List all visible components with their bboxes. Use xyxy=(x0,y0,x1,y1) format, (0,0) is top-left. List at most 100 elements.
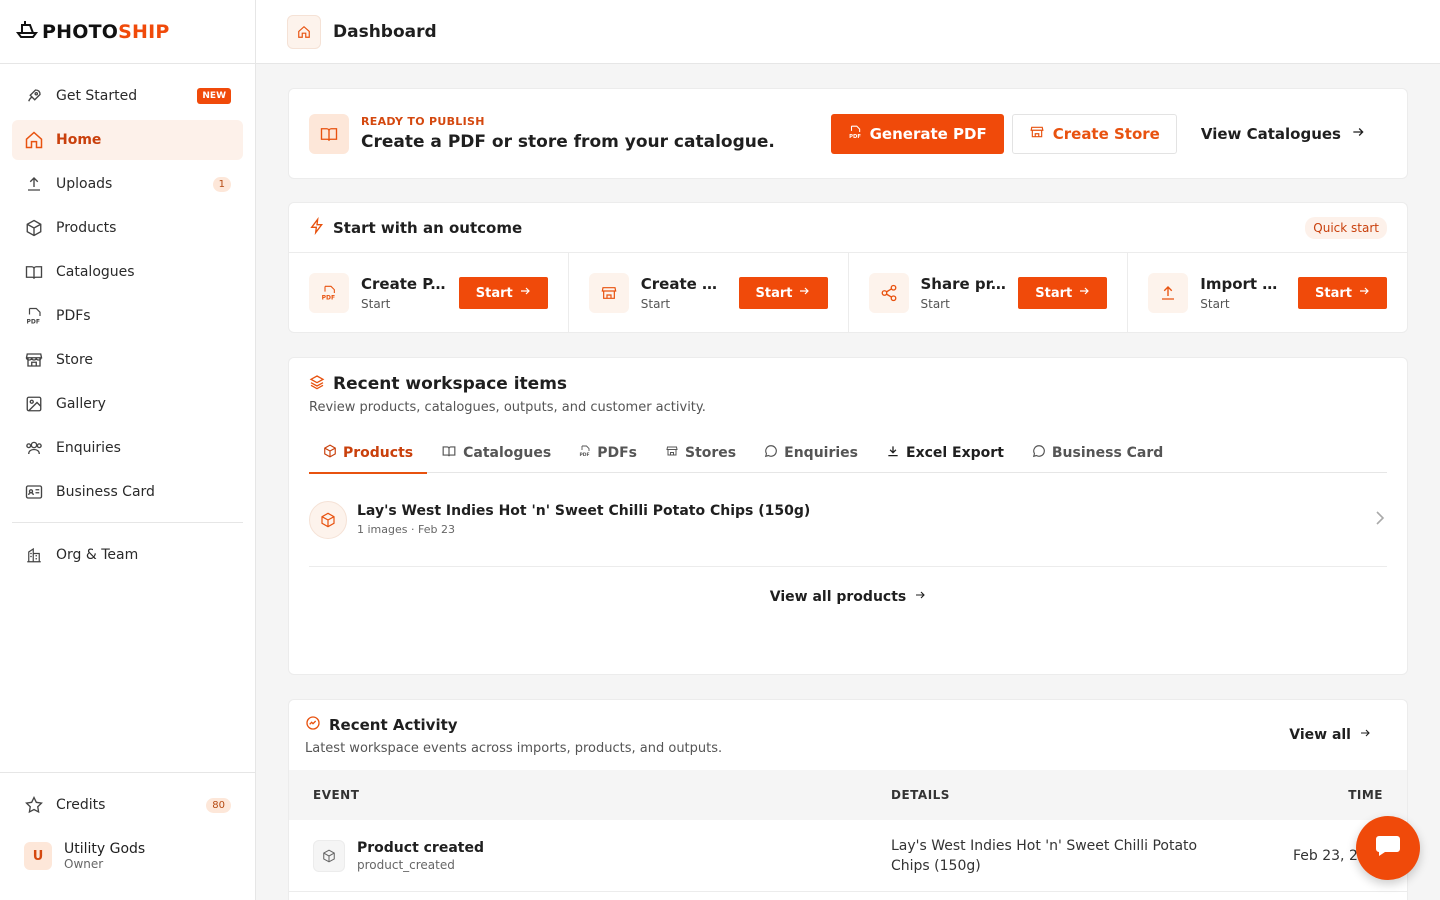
publish-actions: PDF Generate PDF Create Store View Catal… xyxy=(830,113,1387,154)
home-icon xyxy=(24,130,44,150)
start-button[interactable]: Start xyxy=(1298,277,1387,309)
chevron-right-icon xyxy=(1375,509,1385,530)
credits-count-badge: 80 xyxy=(206,797,231,813)
sidebar-item-label: Gallery xyxy=(56,396,106,412)
outcome-cards: PDF Create P... Start Start Create S... … xyxy=(289,253,1407,333)
box-icon xyxy=(24,218,44,238)
view-all-label: View all xyxy=(1289,727,1351,743)
list-item[interactable]: Lay's West Indies Hot 'n' Sweet Chilli P… xyxy=(309,473,1387,567)
outcome-name: Share pr... xyxy=(920,275,1007,293)
tab-label: Stores xyxy=(685,445,737,461)
start-label: Start xyxy=(1315,285,1352,301)
workspace-tabs: Products Catalogues PDF PDFs Stores Enqu… xyxy=(309,433,1387,474)
sidebar-item-label: Credits xyxy=(56,797,106,813)
tab-enquiries[interactable]: Enquiries xyxy=(750,433,872,473)
store-icon xyxy=(1029,125,1045,143)
create-store-button[interactable]: Create Store xyxy=(1011,113,1177,154)
item-meta: 1 images · Feb 23 xyxy=(357,523,455,536)
svg-text:PDF: PDF xyxy=(580,452,590,458)
outcome-name: Create P... xyxy=(361,275,447,293)
sidebar-item-catalogues[interactable]: Catalogues xyxy=(12,252,243,292)
tab-business-card[interactable]: Business Card xyxy=(1018,433,1177,473)
outcome-header: Start with an outcome Quick start xyxy=(289,203,1407,253)
tab-stores[interactable]: Stores xyxy=(651,433,750,473)
sidebar-item-products[interactable]: Products xyxy=(12,208,243,248)
quick-start-badge: Quick start xyxy=(1305,216,1387,239)
sidebar-footer: Credits 80 U Utility Gods Owner xyxy=(0,772,255,900)
event-code: product_created xyxy=(357,857,455,872)
page-title: Dashboard xyxy=(333,21,437,42)
box-icon xyxy=(323,444,337,462)
start-label: Start xyxy=(755,285,793,301)
book-open-icon xyxy=(441,444,457,462)
upload-icon xyxy=(24,174,44,194)
activity-subtitle: Latest workspace events across imports, … xyxy=(305,741,723,756)
logo-area: PHOTO SHIP xyxy=(0,0,255,64)
upload-icon xyxy=(1148,273,1189,313)
arrow-right-icon xyxy=(798,285,810,301)
publish-banner: READY TO PUBLISH Create a PDF or store f… xyxy=(288,88,1408,179)
sidebar-item-business-card[interactable]: Business Card xyxy=(12,472,243,512)
sidebar-item-home[interactable]: Home xyxy=(12,120,243,160)
sidebar-item-label: Get Started xyxy=(56,88,138,104)
sidebar-item-label: Business Card xyxy=(56,484,155,500)
user-role: Owner xyxy=(64,857,104,871)
store-icon xyxy=(588,273,629,313)
outcome-name: Import d... xyxy=(1200,275,1287,293)
sidebar-item-gallery[interactable]: Gallery xyxy=(12,384,243,424)
column-header-details: DETAILS xyxy=(891,788,950,802)
sidebar-item-enquiries[interactable]: Enquiries xyxy=(12,428,243,468)
sidebar-item-pdfs[interactable]: PDF PDFs xyxy=(12,296,243,336)
book-open-icon xyxy=(24,262,44,282)
outcome-sub: Start xyxy=(920,297,950,311)
table-row[interactable]: Product created product_created Lay's We… xyxy=(289,820,1407,892)
user-profile[interactable]: U Utility Gods Owner xyxy=(12,841,243,871)
book-open-icon xyxy=(309,113,349,154)
home-icon[interactable] xyxy=(287,14,321,49)
sidebar-item-org-team[interactable]: Org & Team xyxy=(12,535,243,575)
sidebar-item-label: Products xyxy=(56,220,117,236)
tab-excel-export[interactable]: Excel Export xyxy=(872,433,1018,473)
tab-pdfs[interactable]: PDF PDFs xyxy=(565,433,651,473)
box-icon xyxy=(309,500,347,539)
building-icon xyxy=(24,545,44,565)
chat-launcher-button[interactable] xyxy=(1356,816,1420,880)
start-button[interactable]: Start xyxy=(1018,277,1108,309)
outcome-card-create-store: Create S... Start Start xyxy=(569,253,849,333)
outcome-sub: Start xyxy=(1200,297,1230,311)
start-button[interactable]: Start xyxy=(738,277,828,309)
generate-pdf-label: Generate PDF xyxy=(869,124,987,143)
tab-products[interactable]: Products xyxy=(309,433,428,474)
sidebar-item-store[interactable]: Store xyxy=(12,340,243,380)
star-icon xyxy=(24,795,44,815)
sidebar-item-get-started[interactable]: Get Started NEW xyxy=(12,76,243,116)
sidebar-item-label: Org & Team xyxy=(56,547,139,563)
app-logo[interactable]: PHOTO SHIP xyxy=(16,19,169,44)
view-catalogues-link[interactable]: View Catalogues xyxy=(1185,114,1387,154)
generate-pdf-button[interactable]: PDF Generate PDF xyxy=(830,113,1004,154)
chat-icon xyxy=(1375,834,1401,862)
arrow-right-icon xyxy=(1359,727,1371,743)
view-all-products-link[interactable]: View all products xyxy=(289,589,1407,605)
arrow-right-icon xyxy=(914,589,926,605)
activity-icon xyxy=(305,715,321,735)
workspace-subtitle: Review products, catalogues, outputs, an… xyxy=(309,400,706,415)
chat-icon xyxy=(1032,444,1046,462)
svg-text:PDF: PDF xyxy=(27,319,40,326)
sidebar-item-credits[interactable]: Credits 80 xyxy=(12,785,243,825)
sidebar-item-label: Enquiries xyxy=(56,440,121,456)
avatar: U xyxy=(24,842,52,870)
tab-label: PDFs xyxy=(597,445,637,461)
view-all-activity-link[interactable]: View all xyxy=(1289,715,1391,755)
new-badge: NEW xyxy=(197,88,231,104)
outcome-card-import: Import d... Start Start xyxy=(1128,253,1407,333)
sidebar-item-uploads[interactable]: Uploads 1 xyxy=(12,164,243,204)
pdf-file-icon: PDF xyxy=(579,444,591,462)
sidebar-item-label: Catalogues xyxy=(56,264,135,280)
start-button[interactable]: Start xyxy=(458,277,548,309)
activity-title: Recent Activity xyxy=(329,716,458,734)
workspace-title: Recent workspace items xyxy=(333,374,568,394)
sidebar-item-label: Home xyxy=(56,132,102,148)
outcome-name: Create S... xyxy=(640,275,727,293)
tab-catalogues[interactable]: Catalogues xyxy=(427,433,565,473)
